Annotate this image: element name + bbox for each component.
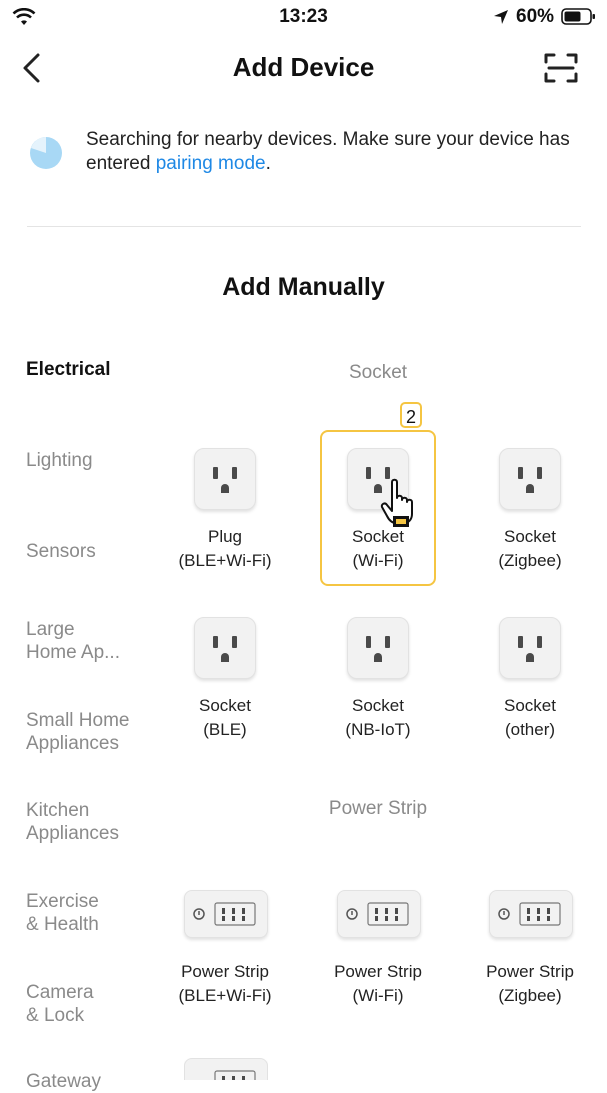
- device-label: Power Strip (Zigbee): [455, 960, 605, 1008]
- device-name: Power Strip: [486, 962, 574, 981]
- device-protocol: (Zigbee): [498, 986, 562, 1005]
- divider: [27, 226, 581, 227]
- outlet-icon: [347, 617, 409, 679]
- category-large-home-appliances[interactable]: Large Home Ap...: [26, 618, 166, 664]
- device-label: Socket (NB-IoT): [303, 694, 453, 742]
- category-sensors[interactable]: Sensors: [26, 540, 166, 563]
- device-label: Socket (other): [455, 694, 605, 742]
- outlet-icon: [194, 448, 256, 510]
- device-protocol: (Zigbee): [498, 551, 562, 570]
- category-camera-lock[interactable]: Camera & Lock: [26, 981, 166, 1027]
- outlet-icon: [499, 448, 561, 510]
- search-message: Searching for nearby devices. Make sure …: [86, 128, 586, 176]
- status-bar: 13:23 60%: [0, 0, 607, 34]
- device-socket-ble[interactable]: [194, 617, 256, 679]
- device-name: Power Strip: [334, 962, 422, 981]
- device-plug-ble-wifi[interactable]: [194, 448, 256, 510]
- device-power-strip-zigbee[interactable]: [489, 890, 573, 938]
- category-gateway[interactable]: Gateway: [26, 1070, 166, 1093]
- device-power-strip-partial[interactable]: [184, 1058, 268, 1080]
- outlet-icon: [194, 617, 256, 679]
- device-protocol: (BLE+Wi-Fi): [178, 551, 272, 570]
- section-title: Add Manually: [222, 273, 385, 301]
- step-badge: 2: [400, 402, 422, 428]
- radar-icon: [30, 137, 62, 169]
- group-title-power-strip: Power Strip: [328, 798, 428, 819]
- device-protocol: (Wi-Fi): [352, 986, 404, 1005]
- category-kitchen-appliances[interactable]: Kitchen Appliances: [26, 799, 166, 845]
- device-name: Socket: [504, 696, 556, 715]
- device-name: Socket: [352, 696, 404, 715]
- device-name: Plug: [207, 527, 243, 546]
- battery-icon: [561, 8, 595, 25]
- device-name: Socket: [199, 696, 251, 715]
- category-lighting[interactable]: Lighting: [26, 449, 166, 472]
- device-label: Power Strip (BLE+Wi-Fi): [150, 960, 300, 1008]
- category-exercise-health[interactable]: Exercise & Health: [26, 890, 166, 936]
- power-strip-icon: [184, 890, 268, 938]
- device-power-strip-ble-wifi[interactable]: [184, 890, 268, 938]
- device-label: Plug (BLE+Wi-Fi): [150, 525, 300, 573]
- power-strip-icon: [489, 890, 573, 938]
- device-socket-other[interactable]: [499, 617, 561, 679]
- scan-icon[interactable]: [543, 51, 579, 85]
- battery-percent: 60%: [516, 6, 555, 27]
- category-small-home-appliances[interactable]: Small Home Appliances: [26, 709, 166, 755]
- device-protocol: (BLE+Wi-Fi): [178, 986, 272, 1005]
- device-label: Socket (BLE): [150, 694, 300, 742]
- page-title: Add Device: [232, 52, 375, 82]
- device-label: Power Strip (Wi-Fi): [303, 960, 453, 1008]
- group-title-socket: Socket: [348, 362, 408, 383]
- device-protocol: (other): [504, 720, 556, 739]
- device-protocol: (BLE): [203, 720, 247, 739]
- device-protocol: (NB-IoT): [345, 720, 411, 739]
- outlet-icon: [499, 617, 561, 679]
- device-label: Socket (Zigbee): [455, 525, 605, 573]
- hand-cursor-icon: [380, 478, 413, 527]
- category-electrical[interactable]: Electrical: [26, 358, 166, 381]
- location-arrow-icon: [494, 10, 508, 24]
- device-name: Power Strip: [181, 962, 269, 981]
- power-strip-icon: [184, 1058, 268, 1080]
- search-message-end: .: [265, 153, 271, 174]
- device-power-strip-wifi[interactable]: [337, 890, 421, 938]
- pairing-mode-link[interactable]: pairing mode: [156, 153, 266, 174]
- device-socket-nb-iot[interactable]: [347, 617, 409, 679]
- device-name: Socket: [504, 527, 556, 546]
- power-strip-icon: [337, 890, 421, 938]
- device-socket-zigbee[interactable]: [499, 448, 561, 510]
